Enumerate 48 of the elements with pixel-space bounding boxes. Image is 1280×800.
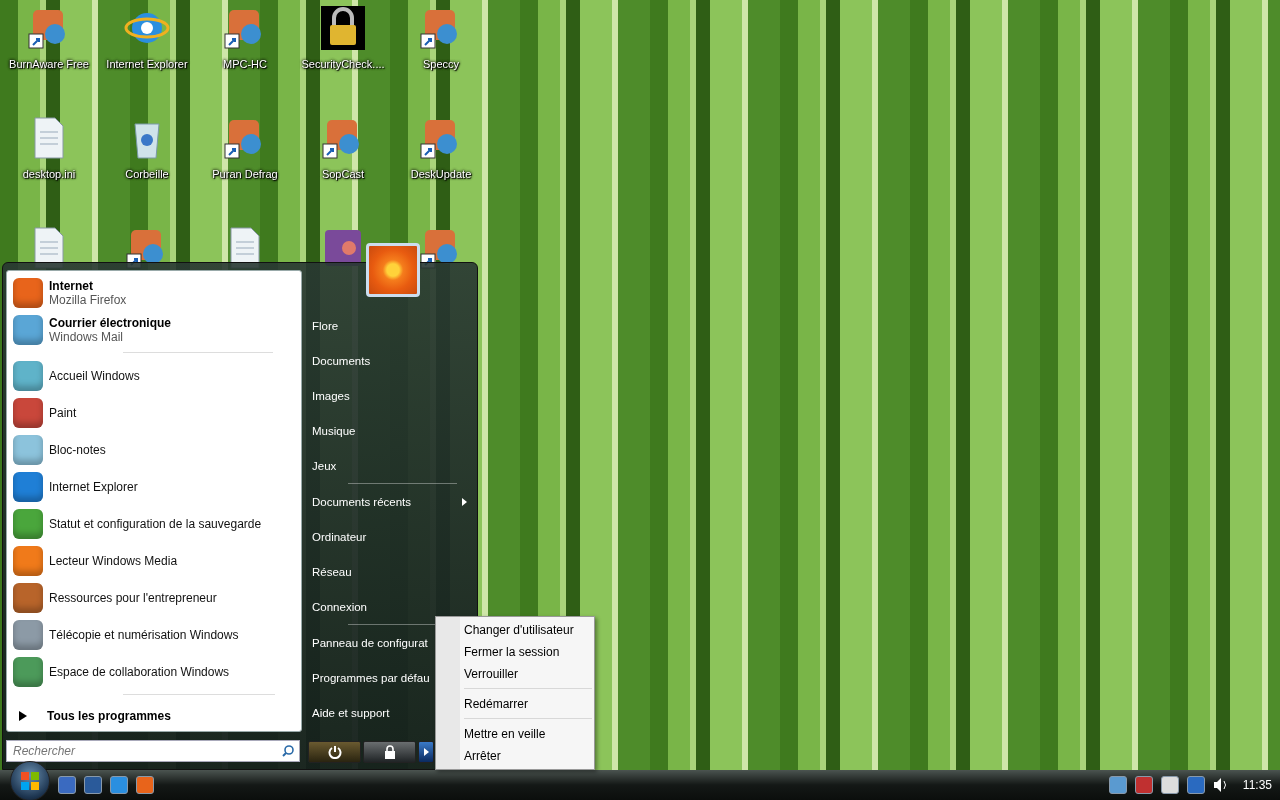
- power-menu-item[interactable]: Arrêter: [436, 745, 594, 767]
- program-menu-item[interactable]: Ressources pour l'entrepreneur: [49, 590, 217, 605]
- power-menu-item[interactable]: Mettre en veille: [436, 723, 594, 745]
- place-menu-item[interactable]: Programmes par défau: [312, 671, 430, 684]
- program-menu-item[interactable]: Bloc-notes: [49, 442, 106, 457]
- program-menu-item[interactable]: Internet Explorer: [49, 479, 138, 494]
- all-programs-link[interactable]: Tous les programmes: [47, 709, 171, 723]
- program-menu-item[interactable]: Paint: [49, 405, 77, 420]
- program-menu-item[interactable]: Accueil Windows: [49, 368, 140, 383]
- triangle-icon: [423, 748, 429, 756]
- place-menu-item[interactable]: Réseau: [312, 565, 352, 578]
- search-icon: [282, 745, 294, 757]
- power-button[interactable]: [308, 741, 362, 763]
- power-menu-item[interactable]: Verrouiller: [436, 663, 594, 685]
- place-menu-item[interactable]: Ordinateur: [312, 530, 367, 543]
- pinned-program-subtitle: Windows Mail: [49, 329, 123, 344]
- place-menu-item[interactable]: Images: [312, 389, 350, 402]
- program-menu-item[interactable]: Statut et configuration de la sauvegarde: [49, 516, 262, 531]
- pinned-program-title[interactable]: Courrier électronique: [49, 315, 172, 330]
- power-menu-item[interactable]: Changer d'utilisateur: [436, 619, 594, 641]
- place-menu-item[interactable]: Panneau de configurat: [312, 636, 428, 649]
- speaker-icon[interactable]: [1212, 777, 1229, 793]
- lock-button[interactable]: [363, 741, 417, 763]
- power-options-button[interactable]: [418, 741, 434, 763]
- start-button[interactable]: [10, 761, 50, 800]
- search-field[interactable]: Rechercher: [6, 740, 300, 762]
- power-menu-item[interactable]: Fermer la session: [436, 641, 594, 663]
- program-menu-item[interactable]: Espace de collaboration Windows: [49, 664, 230, 679]
- place-menu-item[interactable]: Aide et support: [312, 706, 390, 719]
- place-menu-item[interactable]: Flore: [312, 319, 339, 332]
- power-icon: [327, 745, 342, 759]
- place-menu-item[interactable]: Documents récents: [312, 495, 412, 508]
- clock[interactable]: 11:35: [1242, 778, 1272, 792]
- program-menu-item[interactable]: Lecteur Windows Media: [49, 553, 178, 568]
- desktop-icon-label[interactable]: Internet Explorer: [106, 58, 188, 70]
- pinned-program-title[interactable]: Internet: [49, 278, 127, 293]
- padlock-icon: [383, 745, 396, 759]
- power-menu-item[interactable]: Redémarrer: [436, 693, 594, 715]
- place-menu-item[interactable]: Jeux: [312, 459, 337, 472]
- triangle-icon: [19, 711, 27, 721]
- place-menu-item[interactable]: Documents: [312, 354, 371, 367]
- padlock-icon[interactable]: [319, 4, 367, 52]
- pinned-program-subtitle: Mozilla Firefox: [49, 292, 127, 307]
- desktop-icon-label[interactable]: Puran Defrag: [212, 168, 278, 180]
- place-menu-item[interactable]: Connexion: [312, 600, 367, 613]
- place-menu-item[interactable]: Musique: [312, 424, 356, 437]
- windows-flag-icon: [20, 771, 40, 791]
- program-menu-item[interactable]: Télécopie et numérisation Windows: [49, 627, 239, 642]
